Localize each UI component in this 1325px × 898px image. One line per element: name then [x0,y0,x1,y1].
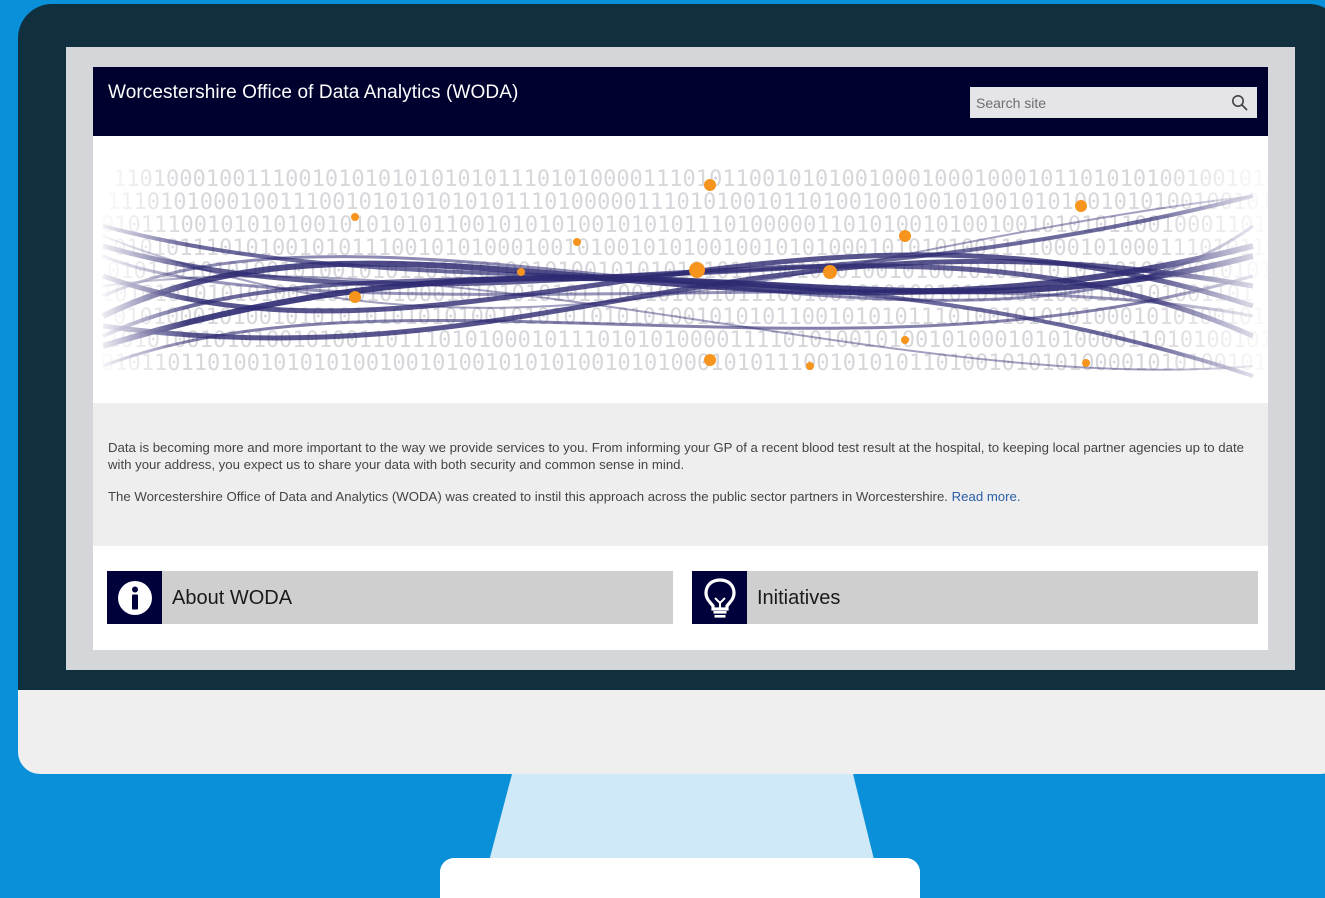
data-streams-illustration: 1101000100111001010101010101011101010000… [93,136,1268,403]
lightbulb-icon [692,571,747,624]
search-icon[interactable] [1231,94,1248,111]
read-more-link[interactable]: Read more. [952,489,1021,504]
about-woda-tile[interactable]: About WODA [107,571,673,624]
intro-section: Data is becoming more and more important… [93,403,1268,546]
initiatives-tile[interactable]: Initiatives [692,571,1258,624]
initiatives-label[interactable]: Initiatives [757,587,840,610]
monitor-screen: Worcestershire Office of Data Analytics … [66,47,1295,670]
monitor-foot [440,858,920,898]
hero-banner: 1101000100111001010101010101011101010000… [93,136,1268,403]
site-title[interactable]: Worcestershire Office of Data Analytics … [108,82,518,104]
about-woda-label[interactable]: About WODA [172,587,292,610]
web-page: Worcestershire Office of Data Analytics … [93,67,1268,650]
intro-paragraph-1: Data is becoming more and more important… [108,440,1244,472]
intro-paragraph-2: The Worcestershire Office of Data and An… [108,488,1253,505]
intro-paragraph-2-text: The Worcestershire Office of Data and An… [108,489,952,504]
site-header: Worcestershire Office of Data Analytics … [93,67,1268,136]
search-box[interactable] [970,87,1257,118]
search-input[interactable] [970,87,1220,118]
info-icon [107,571,162,624]
